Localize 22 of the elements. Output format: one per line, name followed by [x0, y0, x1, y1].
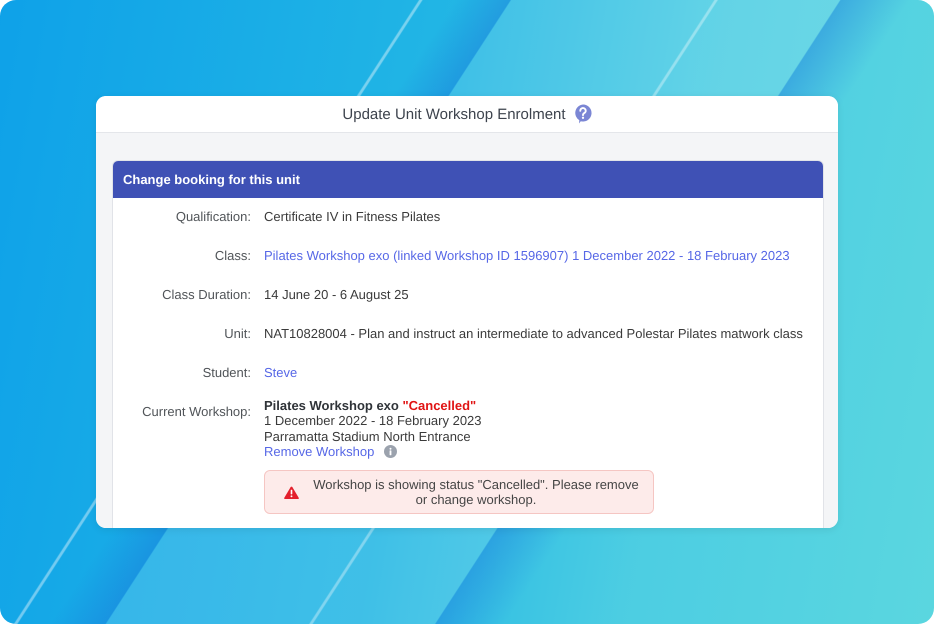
alert-message: Workshop is showing status "Cancelled". Please remove or change workshop. [313, 477, 639, 508]
field-value: Certificate IV in Fitness Pilates [264, 209, 440, 224]
dialog-title: Update Unit Workshop Enrolment [342, 106, 566, 122]
warning-icon [284, 486, 299, 499]
field-value: 14 June 20 - 6 August 25 [264, 287, 409, 302]
info-icon[interactable] [384, 445, 398, 458]
field-value: NAT10828004 - Plan and instruct an intermediate to advanced Polestar Pilates matwork class [264, 326, 803, 341]
help-icon[interactable] [574, 104, 592, 124]
field-label: Unit: [223, 326, 251, 342]
value-link[interactable]: Pilates Workshop exo (linked Workshop ID 1596907) 1 December 2022 - 18 February 2023 [264, 248, 790, 263]
workshop-name: Pilates Workshop exo [264, 398, 399, 413]
workshop-status: "Cancelled" [402, 398, 476, 413]
field-label: Class Duration: [161, 287, 251, 303]
field-label: Current Workshop: [141, 404, 251, 420]
field-label: Class: [214, 248, 251, 264]
field-label: Student: [202, 365, 251, 381]
panel-header: Change booking for this unit [113, 161, 823, 198]
field-label: Qualification: [174, 209, 251, 225]
workshop-dates: 1 December 2022 - 18 February 2023 [264, 413, 482, 428]
value-link[interactable]: Steve [264, 365, 298, 380]
remove-workshop-link[interactable]: Remove Workshop [264, 444, 374, 460]
workshop-venue: Parramatta Stadium North Entrance [264, 428, 471, 444]
